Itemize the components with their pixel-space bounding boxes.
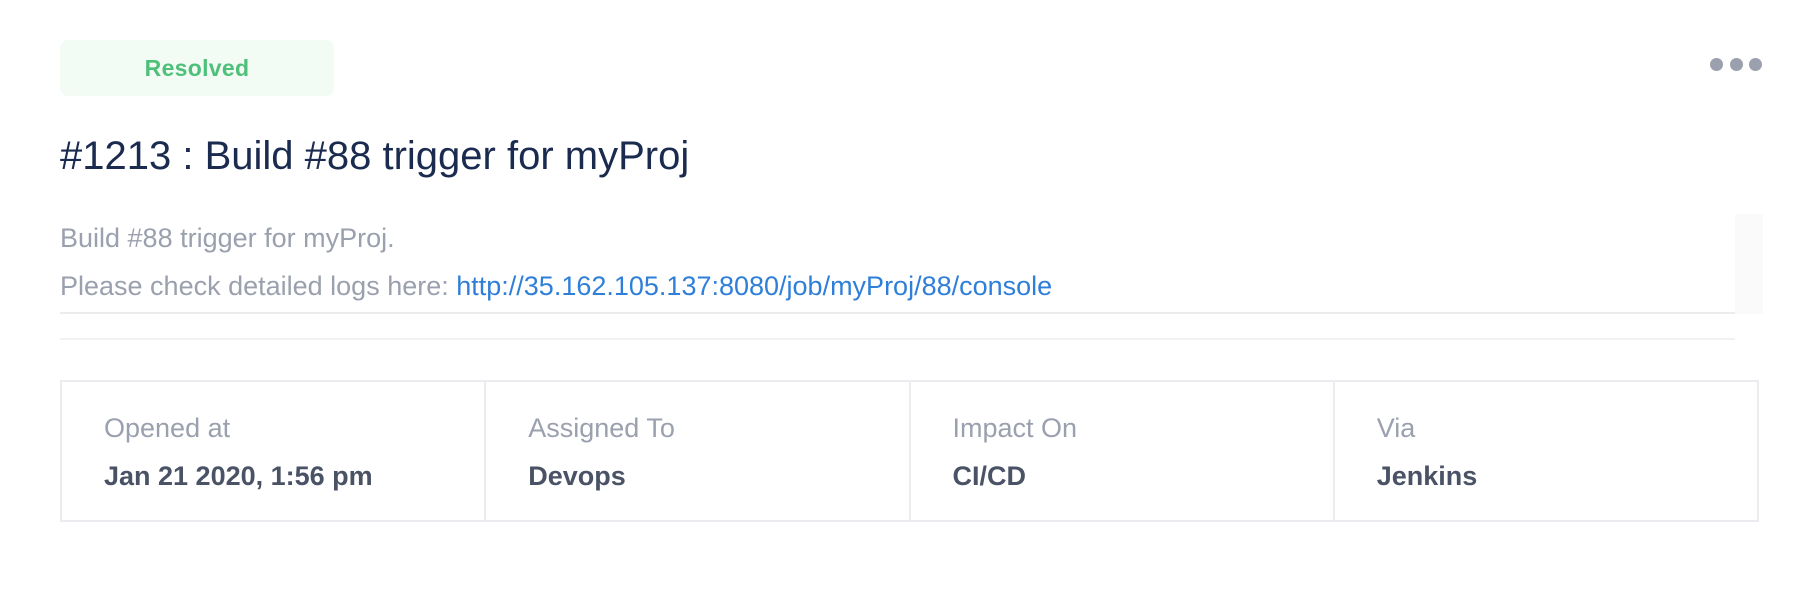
incident-detail-page: Resolved #1213 : Build #88 trigger for m… <box>0 0 1817 591</box>
description-line-2: Please check detailed logs here: http://… <box>60 262 1735 310</box>
details-cell-impact-on: Impact On CI/CD <box>908 382 1333 520</box>
more-options-button[interactable] <box>1710 50 1762 78</box>
details-value: Jan 21 2020, 1:56 pm <box>104 461 373 491</box>
details-cell-opened-at: Opened at Jan 21 2020, 1:56 pm <box>62 382 484 520</box>
description-divider <box>60 338 1735 340</box>
description-logs-prefix: Please check detailed logs here: <box>60 271 457 301</box>
more-horizontal-icon <box>1729 57 1743 71</box>
incident-details-grid: Opened at Jan 21 2020, 1:56 pm Assigned … <box>60 380 1759 522</box>
details-value: Devops <box>528 461 626 491</box>
page-title: #1213 : Build #88 trigger for myProj <box>60 134 690 178</box>
details-cell-assigned-to: Assigned To Devops <box>484 382 908 520</box>
details-label: Via <box>1376 413 1416 443</box>
details-label: Impact On <box>952 413 1078 443</box>
more-horizontal-icon <box>1749 57 1762 71</box>
details-value: Jenkins <box>1376 461 1478 491</box>
more-horizontal-icon <box>1710 57 1723 71</box>
details-cell-via: Via Jenkins <box>1332 382 1757 520</box>
details-value: CI/CD <box>952 461 1027 491</box>
incident-description: Build #88 trigger for myProj. Please che… <box>60 214 1735 314</box>
console-log-link[interactable]: http://35.162.105.137:8080/job/myProj/88… <box>456 271 1052 301</box>
description-line-1: Build #88 trigger for myProj. <box>60 223 395 253</box>
status-badge: Resolved <box>60 40 334 96</box>
details-label: Assigned To <box>528 413 675 443</box>
details-label: Opened at <box>104 413 231 443</box>
